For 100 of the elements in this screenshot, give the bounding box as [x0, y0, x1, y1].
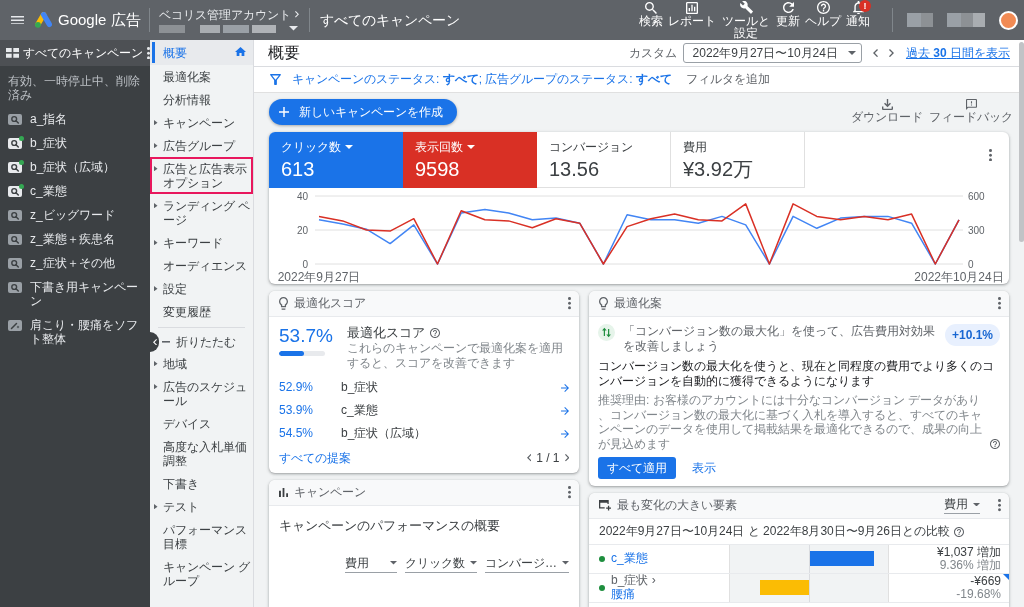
nav-item[interactable]: 変更履歴 [150, 300, 253, 323]
nav-item[interactable]: ランディング ページ [150, 194, 253, 231]
grid-icon[interactable] [6, 48, 19, 58]
nav-item[interactable]: 分析情報 [150, 88, 253, 111]
axis-label: 0 [302, 258, 308, 270]
item-link[interactable]: 腰痛 [611, 587, 635, 601]
nav-item[interactable]: 地域 [150, 352, 253, 375]
nav-item[interactable]: 高度な入札単価調整 [150, 435, 253, 472]
campaign-item[interactable]: b_症状 [0, 131, 150, 155]
axis-label: 2022年10月24日 [914, 270, 1004, 284]
scrollbar-thumb[interactable] [1019, 42, 1024, 242]
metric-select[interactable]: 費用 [944, 497, 980, 514]
filter-label: 有効、一時停止中、削除済み [7, 73, 141, 104]
card-title: 最適化スコア [294, 296, 366, 311]
campaign-item[interactable]: z_ビッグワード [0, 203, 150, 227]
avatar[interactable] [999, 10, 1018, 30]
campaign-item[interactable]: b_症状（広域） [0, 155, 150, 179]
axis-label: 20 [296, 224, 308, 236]
blurred-block [251, 24, 276, 33]
caret-icon [973, 502, 980, 507]
item-link[interactable]: c_業態 [611, 551, 648, 566]
chevron-left-icon[interactable] [526, 454, 532, 462]
metric-tile[interactable]: 表示回数 9598 [403, 132, 537, 188]
logo-icon [35, 12, 52, 28]
all-suggestions-link[interactable]: すべての提案 [279, 450, 351, 466]
nav-item[interactable]: 最適化案 [150, 65, 253, 88]
nav-item[interactable]: 広告グループ [150, 134, 253, 157]
home-icon [235, 46, 246, 56]
help-icon[interactable] [430, 328, 440, 338]
bar-chart-icon [279, 488, 288, 497]
metric-tile[interactable]: 費用 ¥3.92万 [671, 132, 805, 188]
campaign-item[interactable]: z_症状＋その他 [0, 251, 150, 275]
apply-all-button[interactable]: すべて適用 [598, 457, 676, 479]
nav-item[interactable]: 設定 [150, 277, 253, 300]
menu-icon[interactable] [11, 15, 24, 25]
chevron-right-icon[interactable] [564, 454, 569, 462]
reports-button[interactable]: レポート [668, 1, 716, 39]
metric-tile[interactable]: クリック数 613 [269, 132, 403, 188]
campaign-item[interactable]: c_業態 [0, 179, 150, 203]
search-button[interactable]: 検索 [639, 1, 663, 39]
help-button[interactable]: ヘルプ [805, 1, 841, 39]
filter-summary[interactable]: キャンペーンのステータス: すべて; 広告グループのステータス: すべて [292, 72, 672, 87]
notifications-button[interactable]: 通知 ! [846, 1, 870, 39]
kebab-menu-icon[interactable] [568, 486, 571, 499]
campaign-item[interactable]: 肩こり・腰痛をソフト整体 [0, 313, 150, 351]
help-icon[interactable] [990, 439, 1000, 449]
nav-item[interactable]: キーワード [150, 231, 253, 254]
metric-tile[interactable]: コンバージョン 13.56 [537, 132, 671, 188]
nav-item[interactable]: キャンペーン [150, 111, 253, 134]
nav-item[interactable]: テスト [150, 495, 253, 518]
view-link[interactable]: 表示 [692, 460, 716, 476]
add-filter-link[interactable]: フィルタを追加 [686, 72, 770, 87]
blurred-block [973, 13, 985, 27]
tools-button[interactable]: ツールと設定 [721, 1, 771, 39]
chevron-right-icon[interactable] [888, 48, 894, 58]
metric-value: 13.56 [549, 158, 601, 181]
axis-label: 0 [968, 258, 974, 270]
arrow-right-icon[interactable] [561, 406, 569, 415]
date-range-select[interactable]: 2022年9月27日〜10月24日 [682, 43, 862, 63]
arrow-right-icon[interactable] [561, 429, 569, 438]
kebab-menu-icon[interactable] [989, 149, 992, 162]
kebab-menu-icon[interactable] [998, 297, 1001, 310]
nav-item[interactable]: オーディエンス [150, 254, 253, 277]
account-name[interactable]: ベコリス管理アカウント [158, 7, 291, 22]
download-button[interactable]: ダウンロード [851, 99, 923, 124]
score-heading: 最適化スコア [347, 325, 425, 341]
nav-item[interactable]: 概要 [150, 40, 253, 65]
metric-select[interactable]: クリック数 [405, 555, 477, 573]
preset-range-link[interactable]: 過去 30 日間を表示 [905, 45, 1010, 61]
kebab-menu-icon[interactable] [568, 297, 571, 310]
nav-item[interactable]: デバイス [150, 412, 253, 435]
plus-icon [279, 107, 289, 117]
nav-item[interactable]: 広告のスケジュール [150, 375, 253, 412]
create-campaign-button[interactable]: 新しいキャンペーンを作成 [269, 99, 457, 125]
metric-select[interactable]: コンバージ… [485, 555, 569, 573]
nav-item[interactable]: 広告と広告表示オプション [150, 157, 253, 194]
chevron-left-icon[interactable] [872, 48, 878, 58]
nav-item[interactable]: 下書き [150, 472, 253, 495]
refresh-icon [782, 2, 794, 13]
feedback-button[interactable]: フィードバック [929, 99, 1013, 124]
filter-icon[interactable] [270, 74, 281, 85]
kebab-menu-icon[interactable] [998, 499, 1001, 512]
nav-item[interactable]: パフォーマンス目標 [150, 518, 253, 555]
campaign-item[interactable]: a_指名 [0, 107, 150, 131]
metric-label: コンバージョン [549, 140, 633, 154]
page-indicator: 1 / 1 [536, 450, 560, 466]
refresh-button[interactable]: 更新 [776, 1, 800, 39]
card-title: 最適化案 [614, 296, 662, 311]
arrow-right-icon[interactable] [561, 383, 569, 392]
collapse-sidebar-handle[interactable] [150, 332, 159, 352]
kebab-menu-icon[interactable] [147, 46, 150, 60]
sidebar-title[interactable]: すべてのキャンペーン [23, 45, 143, 61]
campaign-item[interactable]: z_業態＋疾患名 [0, 227, 150, 251]
metric-select[interactable]: 費用 [345, 555, 397, 573]
help-icon[interactable] [953, 526, 964, 537]
collapse-button[interactable]: 折りたたむ [159, 332, 240, 352]
campaign-item[interactable]: 下書き用キャンペーン [0, 275, 150, 313]
caret-icon [562, 561, 569, 565]
nav-item[interactable]: キャンペーン グループ [150, 555, 253, 592]
caret-icon[interactable] [288, 26, 298, 31]
